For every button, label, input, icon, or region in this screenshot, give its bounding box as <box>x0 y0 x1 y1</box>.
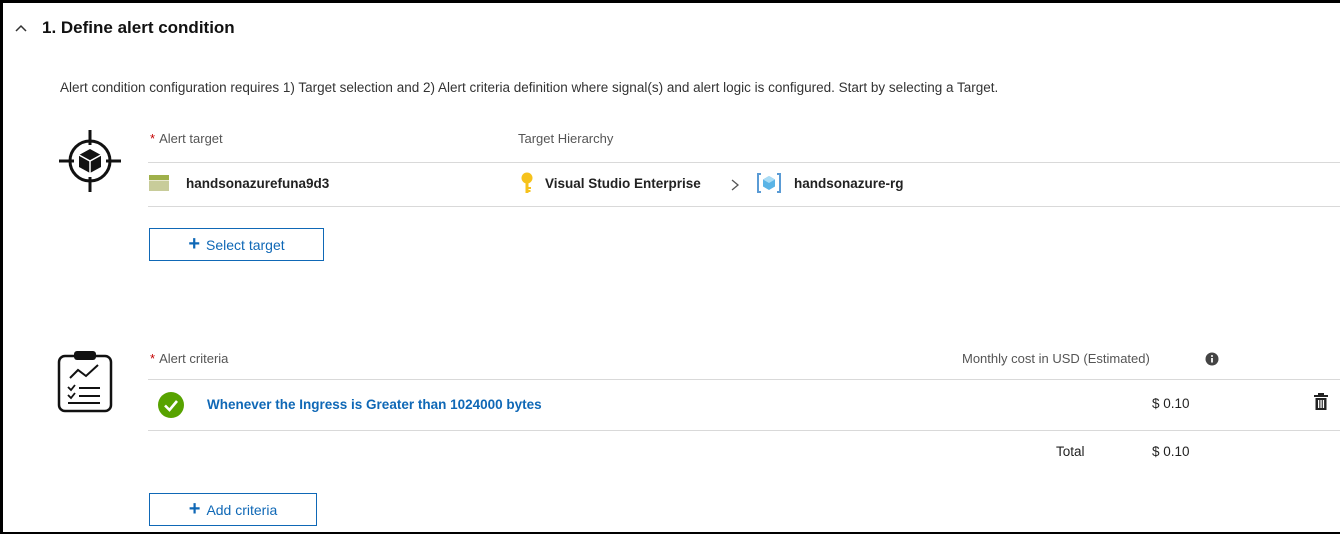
select-target-label: Select target <box>206 236 285 253</box>
monthly-cost-header: Monthly cost in USD (Estimated) <box>962 351 1150 366</box>
divider <box>148 206 1340 207</box>
target-hierarchy-label: Target Hierarchy <box>518 131 614 146</box>
success-check-icon <box>158 392 184 418</box>
section-title[interactable]: 1. Define alert condition <box>42 18 235 38</box>
plus-icon: + <box>188 497 201 520</box>
total-value: $ 0.10 <box>1152 444 1190 459</box>
add-criteria-button[interactable]: + Add criteria <box>149 493 317 526</box>
divider <box>148 162 1340 163</box>
clipboard-chart-icon <box>57 351 113 413</box>
target-resource-name: handsonazurefuna9d3 <box>186 176 330 191</box>
alert-target-label: * Alert target <box>150 131 223 146</box>
key-icon <box>521 172 533 193</box>
divider <box>148 379 1340 380</box>
info-icon[interactable] <box>1205 352 1219 366</box>
divider <box>148 430 1340 431</box>
criteria-cost: $ 0.10 <box>1152 396 1190 411</box>
section-description: Alert condition configuration requires 1… <box>60 80 999 95</box>
resource-group-name: handsonazure-rg <box>794 176 904 191</box>
resource-group-icon <box>757 173 781 193</box>
trash-icon[interactable] <box>1313 393 1329 411</box>
add-criteria-label: Add criteria <box>206 501 278 518</box>
subscription-name: Visual Studio Enterprise <box>545 176 701 191</box>
total-label: Total <box>1056 444 1085 459</box>
plus-icon: + <box>188 232 201 255</box>
function-app-icon <box>149 175 169 191</box>
target-crosshair-icon <box>59 130 121 192</box>
alert-criteria-label: * Alert criteria <box>150 351 229 366</box>
select-target-button[interactable]: + Select target <box>149 228 324 261</box>
chevron-right-icon <box>731 179 740 191</box>
criteria-link[interactable]: Whenever the Ingress is Greater than 102… <box>207 397 542 412</box>
chevron-up-icon[interactable] <box>13 20 29 36</box>
